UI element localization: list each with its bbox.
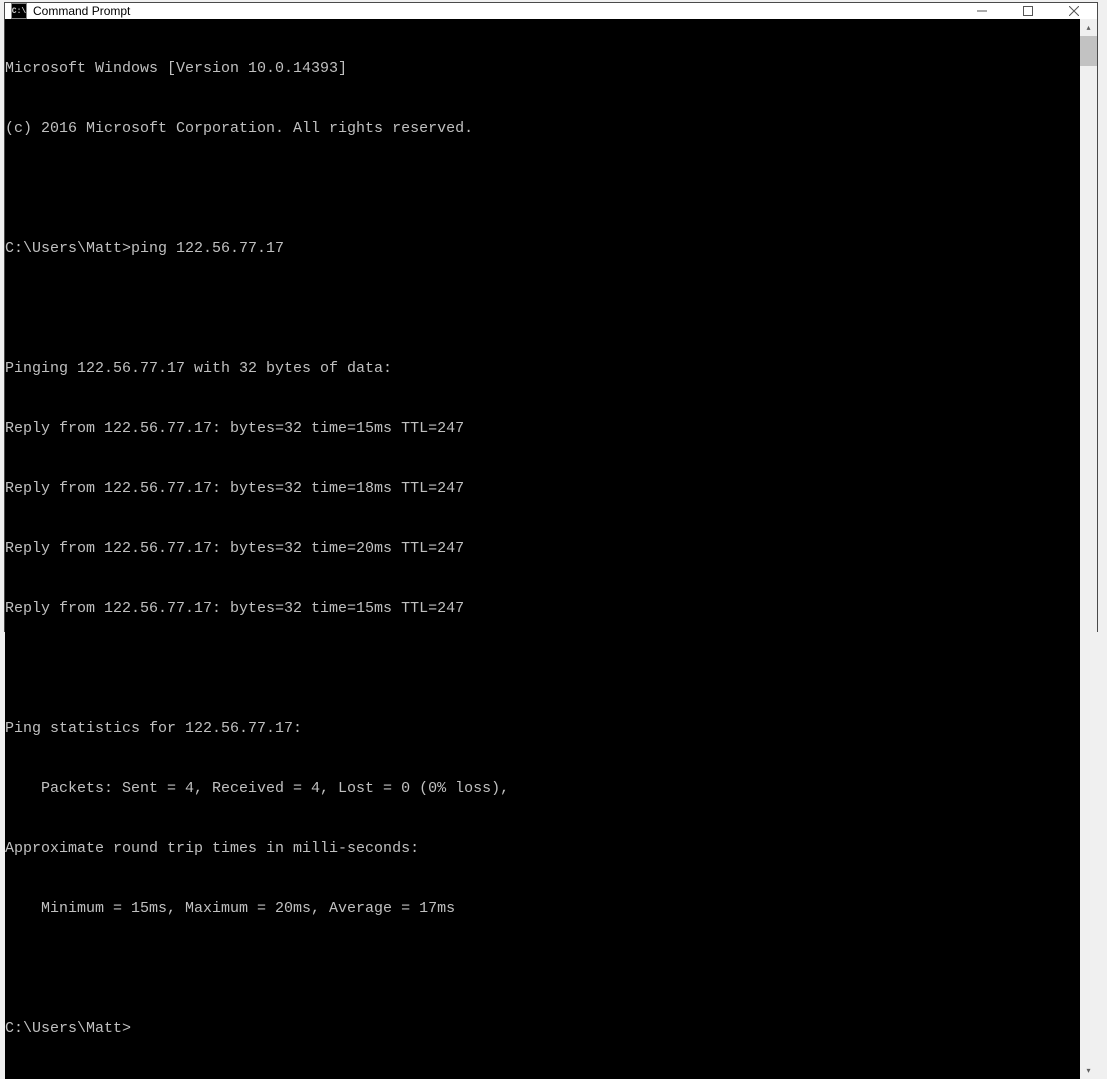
- console-line: [5, 179, 1080, 199]
- minimize-button[interactable]: [959, 3, 1005, 19]
- console-line: C:\Users\Matt>ping 122.56.77.17: [5, 239, 1080, 259]
- console-area: Microsoft Windows [Version 10.0.14393] (…: [5, 19, 1097, 1079]
- scroll-down-button[interactable]: ▾: [1080, 1062, 1097, 1079]
- console-line: Microsoft Windows [Version 10.0.14393]: [5, 59, 1080, 79]
- console-line: Reply from 122.56.77.17: bytes=32 time=1…: [5, 419, 1080, 439]
- console-line: Packets: Sent = 4, Received = 4, Lost = …: [5, 779, 1080, 799]
- scroll-thumb[interactable]: [1080, 36, 1097, 66]
- chevron-down-icon: ▾: [1086, 1066, 1090, 1075]
- maximize-button[interactable]: [1005, 3, 1051, 19]
- console-line: (c) 2016 Microsoft Corporation. All righ…: [5, 119, 1080, 139]
- app-icon: C:\: [11, 3, 27, 19]
- console-line: Pinging 122.56.77.17 with 32 bytes of da…: [5, 359, 1080, 379]
- console-prompt-line[interactable]: C:\Users\Matt>: [5, 1019, 1080, 1039]
- minimize-icon: [977, 6, 987, 16]
- console-line: Reply from 122.56.77.17: bytes=32 time=2…: [5, 539, 1080, 559]
- console-line: Ping statistics for 122.56.77.17:: [5, 719, 1080, 739]
- console-line: Reply from 122.56.77.17: bytes=32 time=1…: [5, 599, 1080, 619]
- console-line: [5, 299, 1080, 319]
- console-line: Reply from 122.56.77.17: bytes=32 time=1…: [5, 479, 1080, 499]
- vertical-scrollbar[interactable]: ▴ ▾: [1080, 19, 1097, 1079]
- command-prompt-window: C:\ Command Prompt Microsoft Windows [Ve…: [4, 2, 1098, 632]
- maximize-icon: [1023, 6, 1033, 16]
- close-button[interactable]: [1051, 3, 1097, 19]
- console-line: [5, 959, 1080, 979]
- console-output[interactable]: Microsoft Windows [Version 10.0.14393] (…: [5, 19, 1080, 1079]
- console-line: Minimum = 15ms, Maximum = 20ms, Average …: [5, 899, 1080, 919]
- window-controls: [959, 3, 1097, 19]
- scroll-up-button[interactable]: ▴: [1080, 19, 1097, 36]
- chevron-up-icon: ▴: [1086, 23, 1090, 32]
- scroll-track[interactable]: [1080, 36, 1097, 1062]
- console-line: Approximate round trip times in milli-se…: [5, 839, 1080, 859]
- titlebar[interactable]: C:\ Command Prompt: [5, 3, 1097, 19]
- console-line: [5, 659, 1080, 679]
- window-title: Command Prompt: [33, 4, 959, 18]
- close-icon: [1069, 6, 1079, 16]
